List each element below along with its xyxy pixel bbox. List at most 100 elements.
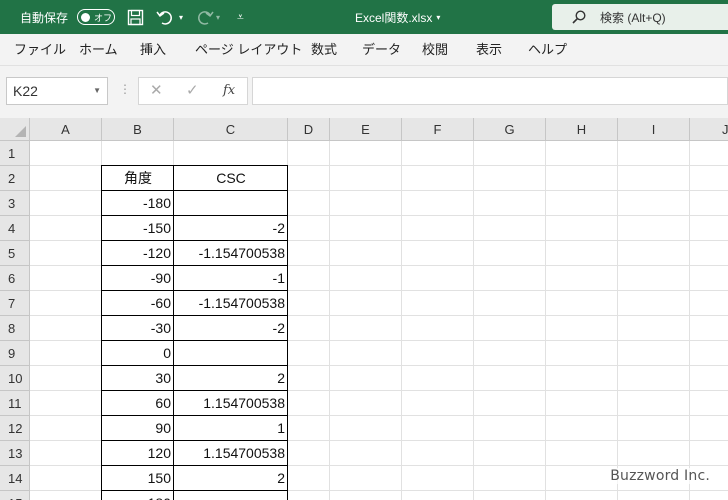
ribbon-tabs: ファイル ホーム 挿入 ページ レイアウト 数式 データ 校閲 表示 ヘルプ	[0, 34, 728, 66]
row-header-14[interactable]: 14	[0, 466, 30, 491]
column-header-i[interactable]: I	[618, 118, 690, 141]
formula-buttons: ✕ ✓ fx	[138, 77, 248, 105]
table-border	[101, 315, 288, 316]
tab-review[interactable]: 校閲	[422, 34, 448, 66]
file-name: Excel関数.xlsx	[355, 10, 433, 25]
tab-page-layout[interactable]: ページ レイアウト	[195, 34, 302, 66]
tab-data[interactable]: データ	[362, 34, 401, 66]
cell-c5[interactable]: -1.154700538	[174, 241, 288, 266]
row-header-15[interactable]: 15	[0, 491, 30, 500]
cell-b14[interactable]: 150	[102, 466, 174, 491]
row-header-13[interactable]: 13	[0, 441, 30, 466]
redo-dropdown-icon[interactable]: ▾	[216, 0, 220, 34]
row-header-3[interactable]: 3	[0, 191, 30, 216]
document-title[interactable]: Excel関数.xlsx ▾	[355, 0, 440, 34]
cell-c11[interactable]: 1.154700538	[174, 391, 288, 416]
cell-b12[interactable]: 90	[102, 416, 174, 441]
cell-c15[interactable]	[174, 491, 288, 500]
row-header-11[interactable]: 11	[0, 391, 30, 416]
row-header-2[interactable]: 2	[0, 166, 30, 191]
row-header-9[interactable]: 9	[0, 341, 30, 366]
cell-c7[interactable]: -1.154700538	[174, 291, 288, 316]
more-options-icon[interactable]: ⋮	[119, 82, 131, 96]
tab-formulas[interactable]: 数式	[311, 34, 337, 66]
formula-input[interactable]	[252, 77, 728, 105]
select-all-triangle-icon	[15, 126, 26, 137]
cell-c6[interactable]: -1	[174, 266, 288, 291]
cell-b15[interactable]: 180	[102, 491, 174, 500]
table-border	[101, 390, 288, 391]
column-header-f[interactable]: F	[402, 118, 474, 141]
cell-b9[interactable]: 0	[102, 341, 174, 366]
tab-home[interactable]: ホーム	[79, 34, 118, 66]
column-header-g[interactable]: G	[474, 118, 546, 141]
table-border	[101, 465, 288, 466]
column-header-a[interactable]: A	[30, 118, 102, 141]
cell-c8[interactable]: -2	[174, 316, 288, 341]
cell-b5[interactable]: -120	[102, 241, 174, 266]
row-header-10[interactable]: 10	[0, 366, 30, 391]
cell-b2[interactable]: 角度	[102, 166, 174, 191]
row-header-8[interactable]: 8	[0, 316, 30, 341]
tab-insert[interactable]: 挿入	[140, 34, 166, 66]
cell-b10[interactable]: 30	[102, 366, 174, 391]
column-header-c[interactable]: C	[174, 118, 288, 141]
cell-b13[interactable]: 120	[102, 441, 174, 466]
select-all-button[interactable]	[0, 118, 30, 141]
redo-icon[interactable]	[194, 9, 214, 26]
cell-c14[interactable]: 2	[174, 466, 288, 491]
table-border	[101, 440, 288, 441]
formula-bar-area: K22 ▼ ⋮ ✕ ✓ fx	[0, 66, 728, 118]
autosave-toggle[interactable]: オフ	[77, 9, 115, 25]
row-header-4[interactable]: 4	[0, 216, 30, 241]
cell-b8[interactable]: -30	[102, 316, 174, 341]
tab-help[interactable]: ヘルプ	[528, 34, 567, 66]
column-header-e[interactable]: E	[330, 118, 402, 141]
cell-c4[interactable]: -2	[174, 216, 288, 241]
column-header-b[interactable]: B	[102, 118, 174, 141]
cancel-icon[interactable]: ✕	[150, 78, 163, 104]
column-header-h[interactable]: H	[546, 118, 618, 141]
enter-icon[interactable]: ✓	[186, 78, 199, 104]
search-box[interactable]: 検索 (Alt+Q)	[552, 4, 728, 30]
cell-b11[interactable]: 60	[102, 391, 174, 416]
cell-b6[interactable]: -90	[102, 266, 174, 291]
table-border	[101, 365, 288, 366]
tab-file[interactable]: ファイル	[14, 34, 66, 66]
cell-c9[interactable]	[174, 341, 288, 366]
tab-view[interactable]: 表示	[476, 34, 502, 66]
cell-b7[interactable]: -60	[102, 291, 174, 316]
column-header-d[interactable]: D	[288, 118, 330, 141]
row-header-6[interactable]: 6	[0, 266, 30, 291]
chevron-down-icon: ▾	[436, 12, 441, 22]
table-border	[101, 240, 288, 241]
gridline	[545, 141, 546, 500]
insert-function-icon[interactable]: fx	[223, 78, 235, 104]
column-header-j[interactable]: J	[690, 118, 728, 141]
row-header-5[interactable]: 5	[0, 241, 30, 266]
table-border	[101, 215, 288, 216]
save-icon[interactable]	[127, 9, 144, 26]
customize-toolbar-icon[interactable]: ⩡	[237, 0, 244, 34]
gridline	[401, 141, 402, 500]
cell-c13[interactable]: 1.154700538	[174, 441, 288, 466]
chevron-down-icon[interactable]: ▼	[93, 78, 101, 104]
undo-icon[interactable]	[156, 9, 176, 26]
gridline	[473, 141, 474, 500]
row-header-1[interactable]: 1	[0, 141, 30, 166]
watermark: Buzzword Inc.	[610, 468, 710, 484]
cell-b4[interactable]: -150	[102, 216, 174, 241]
cell-c10[interactable]: 2	[174, 366, 288, 391]
gridline	[329, 141, 330, 500]
name-box[interactable]: K22 ▼	[6, 77, 108, 105]
row-header-12[interactable]: 12	[0, 416, 30, 441]
cell-c12[interactable]: 1	[174, 416, 288, 441]
title-bar: 自動保存 オフ ▾ ▾ ⩡ Excel関数.xlsx ▾ 検索 (Alt+Q)	[0, 0, 728, 34]
undo-dropdown-icon[interactable]: ▾	[179, 0, 183, 34]
cell-c3[interactable]	[174, 191, 288, 216]
worksheet-grid[interactable]: A B C D E F G H I J 1 2 3 4 5 6 7 8 9 10…	[0, 118, 728, 500]
table-border	[101, 290, 288, 291]
cell-c2[interactable]: CSC	[174, 166, 288, 191]
cell-b3[interactable]: -180	[102, 191, 174, 216]
row-header-7[interactable]: 7	[0, 291, 30, 316]
